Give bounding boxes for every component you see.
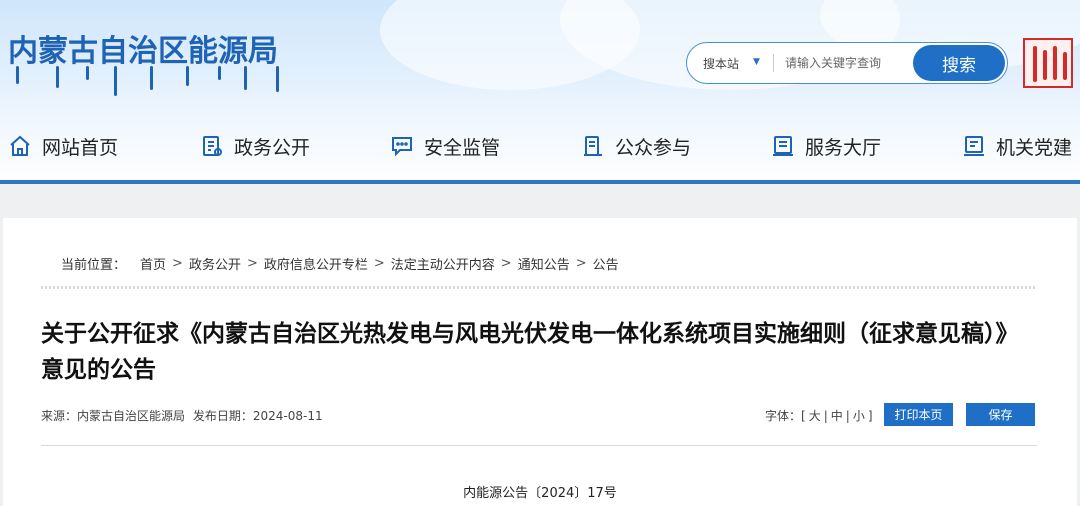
breadcrumb-label: 当前位置： [61, 258, 127, 273]
search-scope-select[interactable]: 搜本站 [703, 55, 739, 72]
nav-item-label: 公众参与 [615, 136, 692, 159]
main-nav: 网站首页 政务公开 安全监管 公众参与 服务大厅 机关党建 [0, 126, 1080, 166]
nav-item-safety-supervision[interactable]: 安全监管 [390, 126, 500, 166]
service-hall-icon [773, 136, 793, 156]
participation-doc-icon [584, 136, 602, 156]
source-label: 来源： [41, 409, 78, 423]
party-building-icon [964, 136, 984, 156]
nav-item-party-building[interactable]: 机关党建 [962, 126, 1072, 166]
font-size-large[interactable]: 大 [809, 409, 821, 423]
nav-item-label: 网站首页 [42, 136, 119, 159]
breadcrumb-item-government-affairs[interactable]: 政务公开 [189, 254, 241, 273]
home-icon [10, 135, 30, 156]
nav-item-label: 安全监管 [424, 136, 501, 159]
seal-logo [1023, 38, 1073, 88]
breadcrumb-item-notices[interactable]: 通知公告 [518, 254, 570, 273]
nav-item-public-participation[interactable]: 公众参与 [581, 126, 691, 166]
document-number: 内能源公告〔2024〕17号 [463, 486, 617, 501]
nav-item-label: 服务大厅 [805, 136, 882, 159]
breadcrumb-separator: > [575, 256, 587, 271]
breadcrumb-item-announcement[interactable]: 公告 [593, 254, 619, 273]
font-size-label: 字体： [765, 409, 802, 423]
meta-divider [41, 445, 1037, 446]
search-input[interactable] [785, 52, 905, 74]
source-value: 内蒙古自治区能源局 [77, 409, 186, 423]
chat-message-icon [392, 137, 412, 157]
print-button[interactable]: 打印本页 [884, 403, 953, 426]
date-label: 发布日期： [192, 409, 253, 423]
font-size-medium[interactable]: 中 [831, 409, 843, 423]
font-size-switcher: 字体：[大 | 中 | 小] [765, 409, 873, 423]
nav-item-label: 政务公开 [234, 136, 311, 159]
document-list-icon [203, 136, 222, 156]
mongolian-script-logo [8, 66, 298, 102]
breadcrumb-separator: > [500, 256, 512, 271]
nav-item-home[interactable]: 网站首页 [8, 126, 118, 166]
breadcrumb-item-home[interactable]: 首页 [140, 254, 166, 273]
save-button[interactable]: 保存 [966, 403, 1035, 426]
search-button[interactable]: 搜索 [913, 45, 1005, 81]
date-value: 2024-08-11 [252, 409, 323, 423]
nav-item-government-affairs[interactable]: 政务公开 [200, 126, 310, 166]
breadcrumb-item-info-disclosure[interactable]: 政府信息公开专栏 [264, 254, 368, 273]
site-title[interactable]: 内蒙古自治区能源局 [8, 26, 278, 70]
article-meta: 来源：内蒙古自治区能源局 发布日期：2024-08-11 [41, 407, 323, 424]
breadcrumb-separator: > [172, 256, 183, 271]
site-header: 内蒙古自治区能源局 搜本站 ▼ 搜索 网站首页 [0, 0, 1080, 184]
header-divider [0, 180, 1080, 184]
breadcrumb-item-statutory-content[interactable]: 法定主动公开内容 [391, 254, 495, 273]
article-card: 当前位置： 首页 > 政务公开 > 政府信息公开专栏 > 法定主动公开内容 > … [3, 218, 1077, 506]
search-divider [773, 54, 774, 72]
breadcrumb: 当前位置： 首页 > 政务公开 > 政府信息公开专栏 > 法定主动公开内容 > … [61, 254, 619, 273]
nav-item-label: 机关党建 [996, 136, 1073, 159]
font-size-small[interactable]: 小 [853, 409, 865, 423]
nav-item-service-hall[interactable]: 服务大厅 [771, 126, 881, 166]
breadcrumb-separator: > [246, 256, 258, 271]
search-bar: 搜本站 ▼ 搜索 [686, 42, 1008, 84]
caret-down-icon[interactable]: ▼ [753, 57, 760, 67]
breadcrumb-separator: > [373, 256, 385, 271]
breadcrumb-divider [41, 286, 1037, 289]
article-title: 关于公开征求《内蒙古自治区光热发电与风电光伏发电一体化系统项目实施细则（征求意见… [41, 321, 1019, 383]
